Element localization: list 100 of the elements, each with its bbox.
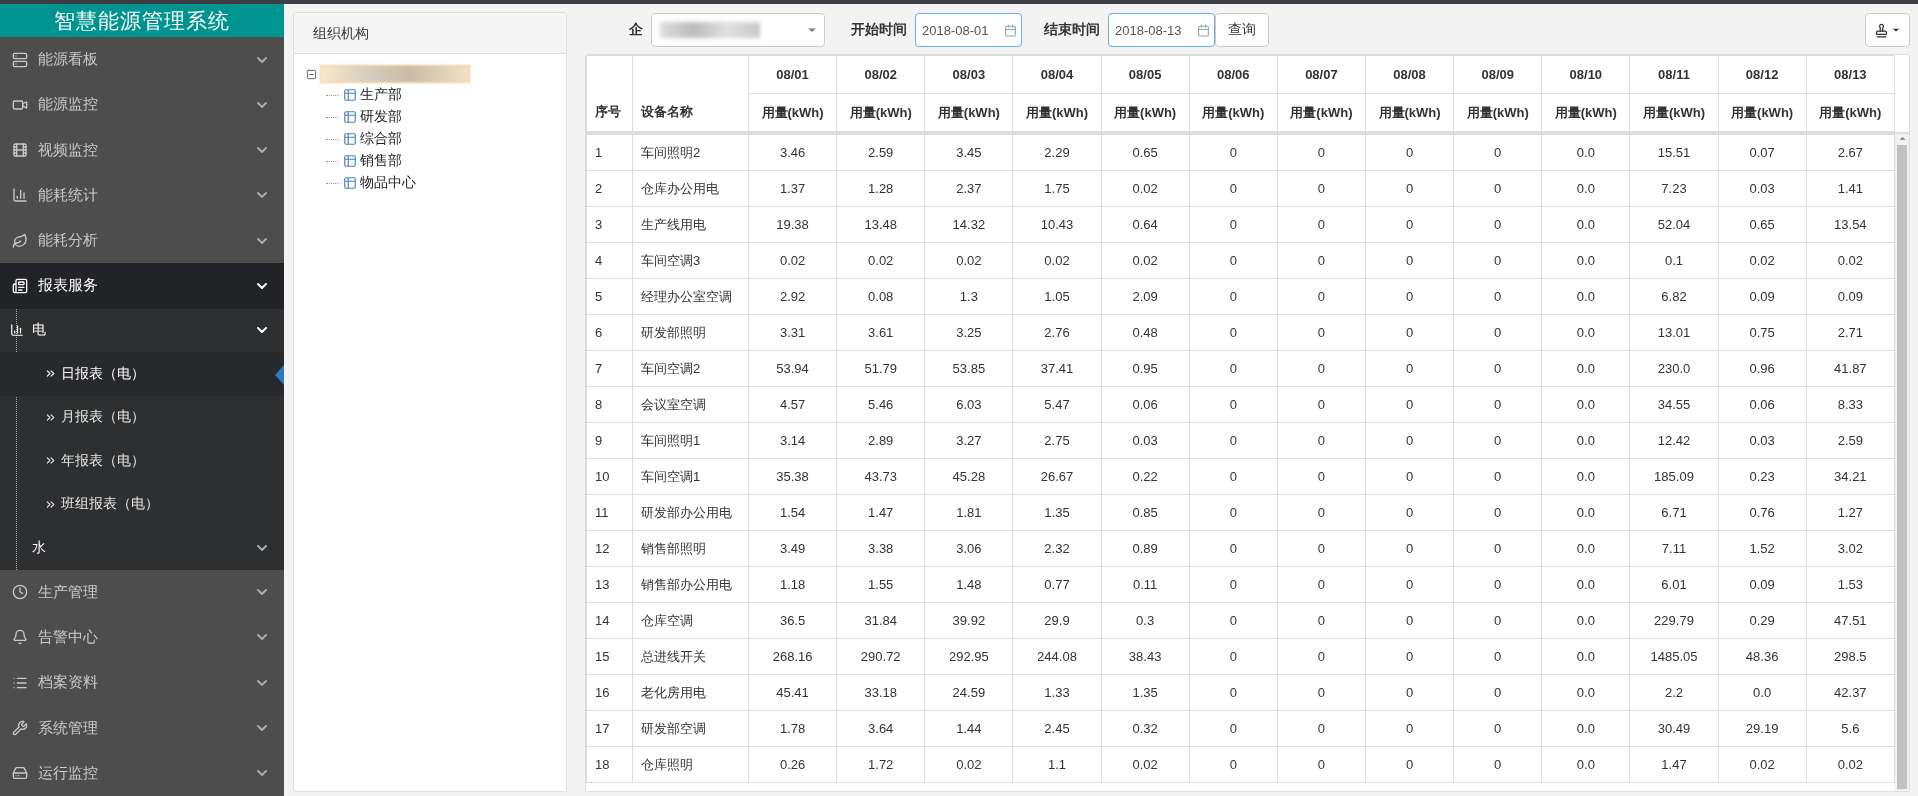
table-cell: 38.43 [1101, 638, 1190, 675]
table-cell: 0 [1365, 134, 1454, 171]
table-cell: 0 [1453, 530, 1542, 567]
table-cell: 29.9 [1012, 602, 1102, 639]
table-cell: 0.02 [1101, 170, 1190, 207]
tree-item[interactable]: 研发部 [326, 106, 566, 128]
table-cell: 0 [1453, 242, 1542, 279]
menu-item[interactable]: 生产管理 [0, 569, 284, 615]
scroll-up-icon[interactable] [1897, 134, 1907, 143]
menu-item[interactable]: 档案资料 [0, 660, 284, 706]
table-cell: 35.38 [748, 458, 837, 495]
table-cell: 0 [1277, 674, 1366, 711]
table-cell: 0.06 [1718, 386, 1807, 423]
table-cell: 2.71 [1806, 314, 1895, 351]
menu-item[interactable]: 视频监控 [0, 127, 284, 173]
table-cell: 1.28 [836, 170, 925, 207]
menu-item[interactable]: 告警中心 [0, 614, 284, 661]
table-cell: 0.06 [1101, 386, 1190, 423]
enterprise-select[interactable] [651, 13, 825, 47]
tree-item[interactable]: 综合部 [326, 128, 566, 150]
menu-icon [12, 51, 28, 68]
table-cell: 0 [1189, 170, 1278, 207]
table-cell: 0 [1453, 638, 1542, 675]
date-field[interactable]: 2018-08-13 [1108, 13, 1215, 47]
table-cell: 7.11 [1629, 530, 1719, 567]
table-cell: 1.35 [1101, 674, 1190, 711]
table-cell: 13.01 [1629, 314, 1719, 351]
table-cell: 0 [1453, 134, 1542, 171]
table-cell: 0.85 [1101, 494, 1190, 531]
table-cell: 12.42 [1629, 422, 1719, 459]
table-cell: 4 [586, 242, 633, 279]
table-cell: 0.02 [748, 242, 837, 279]
table-cell: 0 [1189, 134, 1278, 171]
table-cell: 0.3 [1101, 602, 1190, 639]
table-cell: 研发部空调 [632, 710, 749, 747]
table-cell: 0 [1189, 386, 1278, 423]
submenu-item[interactable]: 日报表（电） [0, 352, 284, 396]
table-cell: 47.51 [1806, 602, 1895, 639]
app-title: 智慧能源管理系统 [0, 4, 284, 37]
table-cell: 0 [1453, 746, 1542, 783]
table-cell: 0.02 [836, 242, 925, 279]
scrollbar[interactable] [1895, 134, 1909, 791]
table-cell: 2.29 [1012, 134, 1102, 171]
column-header: 08/02 [836, 55, 925, 94]
table-cell: 0.75 [1718, 314, 1807, 351]
table-cell: 1485.05 [1629, 638, 1719, 675]
table-cell: 0.22 [1101, 458, 1190, 495]
menu-item[interactable]: 系统管理 [0, 705, 284, 751]
submenu-item[interactable]: 班组报表（电） [0, 482, 284, 527]
table-icon [343, 176, 357, 190]
table-cell: 0 [1277, 458, 1366, 495]
menu-icon [12, 629, 28, 646]
table-cell: 仓库空调 [632, 602, 749, 639]
table-cell: 0 [1189, 602, 1278, 639]
table-cell: 0.02 [1806, 746, 1895, 783]
table-cell: 1.54 [748, 494, 837, 531]
table-cell: 1.41 [1806, 170, 1895, 207]
table-cell: 290.72 [836, 638, 925, 675]
menu-item[interactable]: 能耗统计 [0, 172, 284, 219]
table-cell: 7.23 [1629, 170, 1719, 207]
chart-icon [10, 323, 24, 338]
table-cell: 26.67 [1012, 458, 1102, 495]
table-cell: 5.6 [1806, 710, 1895, 747]
submenu-item[interactable]: 电 [0, 308, 284, 353]
table-cell: 1.3 [924, 278, 1013, 315]
menu-item[interactable]: 报表服务 [0, 263, 284, 309]
collapse-icon[interactable] [306, 68, 317, 80]
table-cell: 0.02 [1806, 242, 1895, 279]
menu-item[interactable]: 能源监控 [0, 82, 284, 128]
export-button[interactable] [1865, 13, 1910, 47]
table-cell: 298.5 [1806, 638, 1895, 675]
date-field[interactable]: 2018-08-01 [915, 13, 1022, 47]
submenu-item[interactable]: 月报表（电） [0, 395, 284, 440]
menu-item[interactable]: 运行监控 [0, 750, 284, 796]
menu-item[interactable]: 能源看板 [0, 37, 284, 83]
table-cell: 1 [586, 134, 633, 171]
table-cell: 43.73 [836, 458, 925, 495]
table-cell: 13 [586, 566, 633, 603]
table-cell: 0 [1189, 242, 1278, 279]
tree-item[interactable]: 物品中心 [326, 172, 566, 194]
column-header: 08/03 [924, 55, 1013, 94]
table-cell: 0.02 [924, 746, 1013, 783]
submenu-item[interactable]: 水 [0, 526, 284, 570]
menu-item[interactable]: 能耗分析 [0, 218, 284, 264]
tree-item[interactable]: 生产部 [326, 84, 566, 106]
table-cell: 0 [1277, 314, 1366, 351]
column-header: 08/11 [1629, 55, 1719, 94]
table-cell: 0 [1277, 530, 1366, 567]
table-cell: 0.96 [1718, 350, 1807, 387]
submenu-item[interactable]: 年报表（电） [0, 439, 284, 483]
table-cell: 0.23 [1718, 458, 1807, 495]
column-header: 08/13 [1806, 55, 1895, 94]
table-cell: 30.49 [1629, 710, 1719, 747]
table-cell: 39.92 [924, 602, 1013, 639]
table-cell: 销售部办公用电 [632, 566, 749, 603]
query-button[interactable]: 查询 [1215, 13, 1269, 47]
tree-item[interactable]: 销售部 [326, 150, 566, 172]
table-cell: 0 [1189, 530, 1278, 567]
table-cell: 0.0 [1541, 494, 1630, 531]
table-icon [343, 132, 357, 146]
